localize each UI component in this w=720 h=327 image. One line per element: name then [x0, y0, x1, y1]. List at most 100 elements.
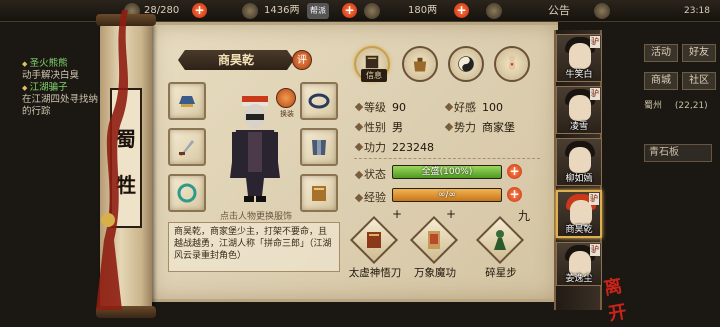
member-name: 凌雪	[569, 122, 588, 132]
equip-slot-weapon[interactable]	[168, 128, 206, 166]
blade-manual-icon	[367, 232, 381, 248]
member-flag: 驴	[590, 244, 600, 256]
party-member[interactable]: 驴 凌雪	[556, 86, 602, 134]
party-member-selected[interactable]: 驴 商昊乾	[556, 190, 602, 238]
equip-slot-belt[interactable]	[300, 82, 338, 120]
party-member[interactable]: 柳如嫣	[556, 138, 602, 186]
heal-button[interactable]: +	[507, 164, 522, 179]
stat-favor: 好感 100	[454, 99, 503, 115]
equip-slot-manual[interactable]	[300, 174, 338, 212]
quest-desc: 动手解决白臭	[22, 70, 80, 81]
ring-icon	[177, 183, 197, 203]
bag-icon	[413, 57, 427, 72]
silver-icon	[242, 3, 258, 19]
stat-faction-value: 商家堡	[482, 121, 515, 134]
tab-taiji[interactable]	[448, 46, 484, 82]
add-stamina-button[interactable]: +	[192, 3, 207, 18]
map-coords: (22,21)	[674, 101, 708, 111]
region-button[interactable]: 青石板	[644, 144, 712, 162]
status-bar: 全盛(100%)	[392, 165, 502, 179]
party-member[interactable]: 驴 牛笑白	[556, 34, 602, 82]
quest-title[interactable]: 圣火熊熊	[22, 58, 104, 70]
helmet-icon	[179, 96, 195, 107]
guild-badge[interactable]: 帮派	[307, 3, 329, 19]
skill-slot-blade[interactable]	[349, 215, 399, 265]
stat-gender-value: 男	[392, 121, 403, 134]
portrait-face	[569, 95, 591, 121]
member-name: 柳如嫣	[565, 174, 593, 184]
stat-gender-label: 性别	[364, 121, 386, 134]
footwork-icon	[494, 230, 506, 250]
tab-info-label: 信息	[361, 69, 387, 82]
swap-outfit-button[interactable]: 换装	[276, 88, 296, 118]
member-name: 商昊乾	[565, 225, 593, 235]
shop-button[interactable]: 商城	[644, 72, 678, 90]
stat-favor-value: 100	[482, 101, 503, 114]
meridian-icon	[508, 54, 516, 70]
member-flag: 驴	[590, 88, 600, 100]
stat-power: 功力 223248	[364, 139, 434, 155]
armor-icon	[312, 140, 326, 155]
member-flag: 驴	[589, 193, 599, 205]
leave-seal-button[interactable]: 离开	[602, 270, 637, 325]
exp-bar: ∞/∞	[392, 188, 502, 202]
member-name: 姜逸尘	[565, 274, 593, 284]
book-icon	[312, 186, 326, 201]
party-member[interactable]: 驴 姜逸尘	[556, 242, 602, 286]
stat-level-label: 等级	[364, 101, 386, 114]
portrait-face	[569, 43, 591, 69]
announcement-button[interactable]: 公告	[548, 3, 570, 19]
gold-icon	[364, 3, 380, 19]
tap-hint: 点击人物更换服饰	[219, 212, 292, 222]
member-name: 牛笑白	[565, 70, 593, 80]
character-bio: 商昊乾，商家堡少主，打架不要命，且越战越勇，江湖人称「拼命三郎」（江湖风云录重封…	[168, 222, 340, 272]
gold-counter: 180两	[408, 5, 438, 16]
scroll-manual-icon	[428, 231, 440, 249]
quest-tracker: 圣火熊熊 动手解决白臭 江湖骗子 在江湖四处寻找纳的行踪	[22, 58, 104, 118]
skill-name: 碎星步	[485, 267, 517, 279]
member-flag: 驴	[590, 36, 600, 48]
quest-desc: 在江湖四处寻找纳的行踪	[22, 94, 99, 117]
tab-bag[interactable]	[402, 46, 438, 82]
skill-slot-step[interactable]	[475, 215, 525, 265]
equip-slot-helmet[interactable]	[168, 82, 206, 120]
settings-icon[interactable]	[594, 3, 610, 19]
quest-title[interactable]: 江湖骗子	[22, 82, 104, 94]
status-bar-text: 全盛(100%)	[421, 167, 473, 177]
add-gold-button[interactable]: +	[454, 3, 469, 18]
stat-faction-label: 势力	[454, 121, 476, 134]
scroll-cap-bottom	[96, 306, 156, 318]
taiji-icon	[458, 56, 474, 72]
skill-slot-demon[interactable]	[409, 215, 459, 265]
location-readout: 蜀州 (22,21)	[644, 98, 718, 112]
status-label: 状态	[364, 168, 386, 181]
sword-icon	[179, 140, 194, 156]
portrait-face	[569, 147, 591, 173]
equip-slot-armor[interactable]	[300, 128, 338, 166]
add-exp-button[interactable]: +	[507, 187, 522, 202]
stat-level-value: 90	[392, 101, 406, 114]
character-name: 商昊乾	[178, 50, 294, 70]
exp-bar-text: ∞/∞	[437, 190, 457, 200]
tab-meridian[interactable]	[494, 46, 530, 82]
equip-slot-ring[interactable]	[168, 174, 206, 212]
stat-faction: 势力 商家堡	[454, 119, 515, 135]
community-button[interactable]: 社区	[682, 72, 716, 90]
comment-button[interactable]: 评	[292, 50, 312, 70]
stat-power-value: 223248	[392, 141, 434, 154]
mail-icon[interactable]	[486, 3, 502, 19]
stat-power-label: 功力	[364, 141, 386, 154]
add-silver-button[interactable]: +	[342, 3, 357, 18]
friends-button[interactable]: 好友	[682, 44, 716, 62]
map-name: 蜀州	[644, 101, 663, 111]
silver-counter: 1436两	[264, 5, 300, 16]
divider	[354, 158, 540, 159]
clock: 23:18	[684, 6, 710, 16]
belt-icon	[308, 93, 330, 109]
stat-favor-label: 好感	[454, 101, 476, 114]
swap-label: 换装	[280, 110, 294, 118]
events-button[interactable]: 活动	[644, 44, 678, 62]
scroll-cap-top	[96, 14, 156, 26]
sect-label: 蜀牲	[110, 88, 142, 228]
skill-name: 万象魔功	[414, 267, 456, 279]
